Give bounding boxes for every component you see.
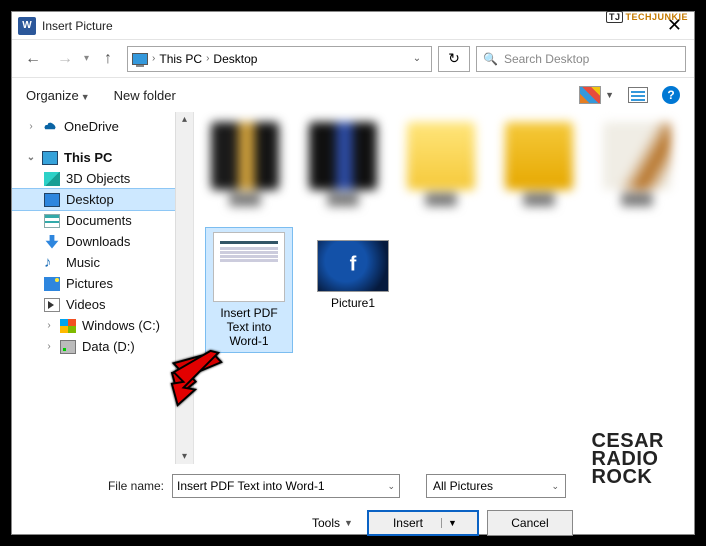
insert-split-dropdown[interactable]: ▼: [441, 518, 463, 528]
refresh-button[interactable]: ↻: [438, 46, 470, 72]
help-icon[interactable]: ?: [662, 86, 680, 104]
view-swatch-icon: [579, 86, 601, 104]
scroll-up-icon[interactable]: ▴: [176, 114, 193, 125]
sidebar-item-label: Documents: [66, 213, 132, 228]
sidebar-item-label: Pictures: [66, 276, 113, 291]
sidebar: › OneDrive ⌄ This PC 3D Objects Desktop …: [12, 112, 176, 464]
search-placeholder: Search Desktop: [504, 52, 589, 66]
sidebar-scrollbar[interactable]: ▴ ▾: [176, 112, 194, 464]
chevron-down-icon: ⌄: [26, 152, 36, 163]
music-icon: ♪: [44, 256, 60, 270]
document-thumb-icon: [213, 232, 285, 302]
video-icon: [44, 298, 60, 312]
sidebar-item-label: 3D Objects: [66, 171, 130, 186]
forward-button[interactable]: →: [52, 46, 78, 72]
cancel-button[interactable]: Cancel: [487, 510, 573, 536]
chevron-down-icon[interactable]: ⌄: [387, 481, 395, 492]
sidebar-item-label: This PC: [64, 150, 112, 165]
sidebar-item-label: Downloads: [66, 234, 130, 249]
sidebar-item-label: Data (D:): [82, 339, 135, 354]
sidebar-item-label: Videos: [66, 297, 106, 312]
desktop-icon: [44, 193, 60, 207]
back-button[interactable]: ←: [20, 46, 46, 72]
file-name-input[interactable]: Insert PDF Text into Word-1 ⌄: [172, 474, 400, 498]
file-tile-insert-pdf[interactable]: Insert PDF Text into Word-1: [206, 228, 292, 352]
picture-icon: [44, 277, 60, 291]
preview-pane-button[interactable]: [628, 87, 648, 103]
sidebar-item-this-pc[interactable]: ⌄ This PC: [12, 147, 175, 168]
sidebar-item-documents[interactable]: Documents: [12, 210, 175, 231]
search-input[interactable]: 🔍 Search Desktop: [476, 46, 686, 72]
cube-icon: [44, 172, 60, 186]
file-tile-label: Picture1: [314, 296, 392, 310]
pc-icon: [42, 151, 58, 165]
crumb-this-pc[interactable]: This PC: [159, 52, 202, 66]
up-button[interactable]: ↑: [95, 46, 121, 72]
sidebar-item-music[interactable]: ♪ Music: [12, 252, 175, 273]
sidebar-item-3d-objects[interactable]: 3D Objects: [12, 168, 175, 189]
search-icon: 🔍: [483, 52, 498, 66]
titlebar: W Insert Picture ✕: [12, 12, 694, 40]
chevron-right-icon: ›: [206, 53, 209, 64]
drive-icon: [60, 340, 76, 354]
sidebar-item-downloads[interactable]: Downloads: [12, 231, 175, 252]
sidebar-item-label: OneDrive: [64, 119, 119, 134]
file-tile-label: Insert PDF Text into Word-1: [210, 306, 288, 348]
insert-button[interactable]: Insert ▼: [367, 510, 479, 536]
toolbar: Organize▼ New folder ▼ ?: [12, 78, 694, 112]
windows-flag-icon: [60, 319, 76, 333]
sidebar-item-label: Music: [66, 255, 100, 270]
chevron-right-icon: ›: [44, 341, 54, 352]
chevron-down-icon[interactable]: ⌄: [551, 481, 559, 492]
dialog-title: Insert Picture: [42, 19, 661, 33]
word-icon: W: [18, 17, 36, 35]
scroll-down-icon[interactable]: ▾: [176, 451, 193, 462]
file-type-filter[interactable]: All Pictures ⌄: [426, 474, 566, 498]
document-icon: [44, 214, 60, 228]
view-mode-button[interactable]: ▼: [579, 86, 614, 104]
sidebar-item-desktop[interactable]: Desktop: [12, 189, 175, 210]
sidebar-item-videos[interactable]: Videos: [12, 294, 175, 315]
chevron-right-icon: ›: [26, 121, 36, 132]
path-dropdown-icon[interactable]: ⌄: [407, 53, 427, 64]
history-dropdown-icon[interactable]: ▾: [84, 53, 89, 64]
tools-menu[interactable]: Tools▼: [312, 516, 353, 530]
sidebar-item-pictures[interactable]: Pictures: [12, 273, 175, 294]
file-name-value: Insert PDF Text into Word-1: [177, 479, 325, 493]
chevron-right-icon: ›: [152, 53, 155, 64]
sidebar-item-onedrive[interactable]: › OneDrive: [12, 116, 175, 137]
new-folder-button[interactable]: New folder: [114, 88, 176, 103]
sidebar-item-data-d[interactable]: › Data (D:): [12, 336, 175, 357]
sidebar-item-label: Desktop: [66, 192, 114, 207]
breadcrumb[interactable]: › This PC › Desktop ⌄: [127, 46, 432, 72]
filter-label: All Pictures: [433, 479, 493, 493]
file-name-label: File name:: [26, 479, 164, 493]
nav-row: ← → ▾ ↑ › This PC › Desktop ⌄ ↻ 🔍 Search…: [12, 40, 694, 78]
watermark-techjunkie: TJTECHJUNKIE: [606, 11, 688, 23]
file-list: ████ ████ ████ ████ ████ Insert PDF Text…: [194, 112, 694, 464]
crumb-desktop[interactable]: Desktop: [213, 52, 257, 66]
cloud-icon: [42, 120, 58, 134]
sidebar-item-label: Windows (C:): [82, 318, 160, 333]
pc-icon: [132, 53, 148, 65]
sidebar-item-windows-c[interactable]: › Windows (C:): [12, 315, 175, 336]
image-thumb-icon: [317, 240, 389, 292]
blurred-tile-row: ████ ████ ████ ████ ████: [206, 122, 682, 206]
download-icon: [44, 235, 60, 249]
chevron-right-icon: ›: [44, 320, 54, 331]
file-tile-picture1[interactable]: Picture1: [310, 228, 396, 352]
bottom-bar: File name: Insert PDF Text into Word-1 ⌄…: [12, 464, 694, 544]
organize-menu[interactable]: Organize▼: [26, 88, 90, 103]
